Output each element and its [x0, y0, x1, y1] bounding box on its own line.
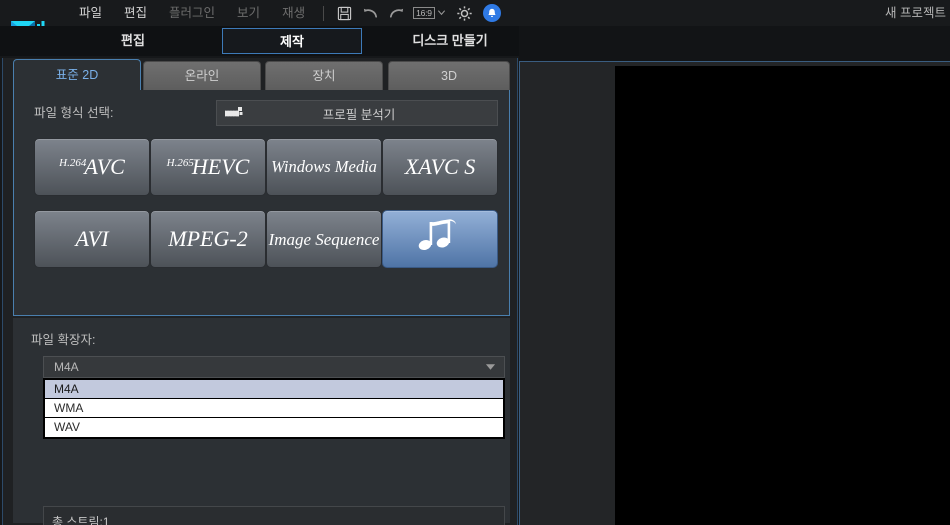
profile-analyzer-button[interactable]: 프로필 분석기	[216, 100, 498, 126]
video-preview-area[interactable]	[615, 66, 950, 525]
tab-3d[interactable]: 3D	[388, 61, 510, 91]
file-extension-section: 파일 확장자: M4A M4A WMA WAV 총 스트림:1 오디오 스트림:…	[13, 318, 510, 525]
nav-tab-create-disc[interactable]: 디스크 만들기	[375, 28, 525, 54]
format-button-mpeg-2[interactable]: MPEG-2	[150, 210, 266, 268]
gear-icon[interactable]	[452, 2, 478, 24]
stream-info-box: 총 스트림:1 오디오 스트림: 샘플링 레이트: 48 kHz 비트 레이트:…	[43, 506, 505, 525]
menu-bar: 파일 편집 플러그인 보기 재생 16:9 새 프로젝트	[0, 0, 950, 26]
undo-icon[interactable]	[357, 2, 383, 24]
format-button-windows-media[interactable]: Windows Media	[266, 138, 382, 196]
aspect-ratio-selector[interactable]: 16:9	[413, 4, 446, 22]
aspect-ratio-label: 16:9	[413, 6, 435, 20]
nav-tab-edit[interactable]: 편집	[90, 28, 176, 54]
nav-tab-produce[interactable]: 제작	[222, 28, 362, 54]
profile-analyzer-label: 프로필 분석기	[322, 107, 396, 122]
menu-item-play[interactable]: 재생	[271, 0, 316, 26]
chevron-down-icon	[485, 358, 496, 376]
format-button-avc[interactable]: H.264AVC	[34, 138, 150, 196]
music-notes-icon	[417, 218, 463, 260]
menu-item-edit[interactable]: 편집	[113, 0, 158, 26]
format-button-grid: H.264AVC H.265HEVC Windows Media XAVC S …	[34, 138, 498, 268]
header-filler	[519, 26, 950, 61]
toolbar-divider	[323, 5, 325, 21]
format-button-avc-sup: H.264	[59, 156, 87, 169]
dropdown-option-wav[interactable]: WAV	[45, 418, 503, 437]
dropdown-option-m4a[interactable]: M4A	[45, 380, 503, 399]
application-window: 파일 편집 플러그인 보기 재생 16:9 새 프로젝트 편집 제작 디스크 만…	[0, 0, 950, 525]
file-extension-label: 파일 확장자:	[31, 333, 96, 347]
format-button-avc-label: AVC	[84, 154, 125, 179]
produce-panel: 표준 2D 온라인 장치 3D 파일 형식 선택: 프로필 분석기 H.264A…	[2, 58, 518, 525]
format-button-hevc-sup: H.265	[166, 156, 194, 169]
file-extension-dropdown-list: M4A WMA WAV	[43, 378, 505, 439]
chevron-down-icon	[437, 4, 446, 22]
menu-item-plugin[interactable]: 플러그인	[158, 0, 226, 26]
format-button-xavc-s[interactable]: XAVC S	[382, 138, 498, 196]
stream-info-total: 총 스트림:1	[52, 515, 110, 525]
format-button-hevc[interactable]: H.265HEVC	[150, 138, 266, 196]
format-button-image-sequence[interactable]: Image Sequence	[266, 210, 382, 268]
format-button-hevc-label: HEVC	[191, 154, 250, 179]
format-selection-body: 파일 형식 선택: 프로필 분석기 H.264AVC H.265HEVC Win…	[13, 90, 510, 316]
preview-panel	[519, 61, 950, 525]
save-icon[interactable]	[331, 2, 357, 24]
project-title: 새 프로젝트	[885, 6, 946, 20]
file-extension-selected-value: M4A	[54, 360, 79, 374]
dropdown-option-wma[interactable]: WMA	[45, 399, 503, 418]
bell-icon[interactable]	[482, 4, 501, 22]
format-category-tabs: 표준 2D 온라인 장치 3D	[3, 58, 519, 91]
menu-item-view[interactable]: 보기	[226, 0, 271, 26]
format-header-row: 파일 형식 선택: 프로필 분석기	[14, 100, 509, 130]
film-strip-icon	[217, 106, 251, 120]
tab-standard-2d[interactable]: 표준 2D	[13, 59, 141, 91]
tab-online[interactable]: 온라인	[143, 61, 261, 91]
format-select-label: 파일 형식 선택:	[34, 106, 114, 120]
menu-item-file[interactable]: 파일	[68, 0, 113, 26]
tab-device[interactable]: 장치	[265, 61, 383, 91]
format-button-avi[interactable]: AVI	[34, 210, 150, 268]
format-button-audio[interactable]	[382, 210, 498, 268]
redo-icon[interactable]	[383, 2, 409, 24]
file-extension-select[interactable]: M4A	[43, 356, 505, 378]
